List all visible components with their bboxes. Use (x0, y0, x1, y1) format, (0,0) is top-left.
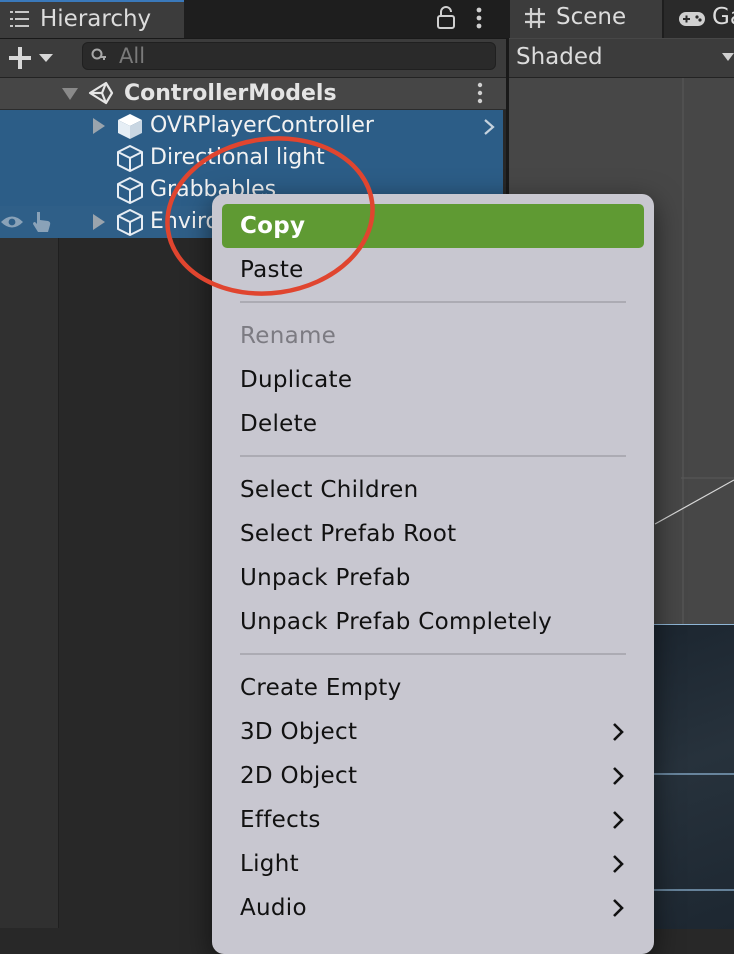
menu-item-label: 3D Object (240, 719, 358, 745)
expand-right-icon[interactable] (92, 214, 106, 230)
menu-item-label: Light (240, 851, 299, 877)
gameobject-cube-icon (117, 145, 143, 172)
chevron-down-icon[interactable] (38, 52, 54, 64)
chevron-down-icon[interactable] (722, 52, 734, 62)
kebab-menu-icon[interactable] (476, 82, 484, 104)
scene-root-label: ControllerModels (124, 81, 337, 106)
menu-item-label: Delete (240, 411, 318, 437)
search-box[interactable] (82, 42, 496, 70)
menu-separator (240, 653, 626, 655)
menu-item-select-prefab-root[interactable]: Select Prefab Root (222, 512, 644, 556)
hierarchy-left-strip (0, 238, 58, 928)
menu-item-label: 2D Object (240, 763, 358, 789)
menu-item-rename: Rename (222, 314, 644, 358)
menu-item-label: Unpack Prefab Completely (240, 609, 553, 635)
lock-icon[interactable] (436, 6, 456, 30)
menu-item-2d-object[interactable]: 2D Object (222, 754, 644, 798)
chevron-right-icon (613, 811, 624, 829)
context-menu: Copy Paste Rename Duplicate Delete Selec… (212, 194, 654, 954)
tab-hierarchy[interactable]: Hierarchy (0, 0, 184, 38)
tab-scene[interactable]: Scene (510, 0, 662, 38)
gameobject-cube-icon (117, 209, 143, 236)
menu-item-light[interactable]: Light (222, 842, 644, 886)
chevron-right-icon (613, 899, 624, 917)
menu-item-effects[interactable]: Effects (222, 798, 644, 842)
list-icon (10, 11, 29, 27)
chevron-right-icon[interactable] (482, 118, 496, 136)
menu-item-label: Select Prefab Root (240, 521, 457, 547)
chevron-right-icon (613, 855, 624, 873)
search-icon (91, 48, 106, 60)
menu-item-label: Effects (240, 807, 321, 833)
menu-item-create-empty[interactable]: Create Empty (222, 666, 644, 710)
game-tab-label: Ga (712, 4, 734, 30)
menu-item-delete[interactable]: Delete (222, 402, 644, 446)
search-input[interactable] (119, 43, 479, 69)
unity-logo-icon (88, 81, 114, 105)
menu-item-label: Unpack Prefab (240, 565, 411, 591)
hash-icon (525, 8, 545, 28)
horizon-lines (653, 773, 734, 891)
tab-game[interactable]: Ga (664, 0, 734, 38)
menu-item-unpack-prefab[interactable]: Unpack Prefab (222, 556, 644, 600)
prefab-cube-icon (118, 114, 142, 139)
menu-separator (240, 455, 626, 457)
scene-header-row[interactable]: ControllerModels (0, 78, 506, 110)
gameobject-cube-icon (117, 177, 143, 204)
chevron-right-icon (613, 723, 624, 741)
hierarchy-tab-label: Hierarchy (40, 6, 152, 32)
shading-mode-dropdown[interactable]: Shaded (516, 40, 603, 74)
menu-item-label: Duplicate (240, 367, 353, 393)
menu-item-label: Rename (240, 323, 337, 349)
menu-item-audio[interactable]: Audio (222, 886, 644, 930)
expand-down-icon[interactable] (62, 87, 78, 101)
expand-right-icon[interactable] (92, 118, 106, 134)
gamepad-icon (679, 12, 705, 26)
chevron-right-icon (613, 767, 624, 785)
menu-item-label: Audio (240, 895, 307, 921)
menu-item-label: Create Empty (240, 675, 402, 701)
menu-item-duplicate[interactable]: Duplicate (222, 358, 644, 402)
scene-tab-label: Scene (556, 4, 627, 30)
menu-item-select-children[interactable]: Select Children (222, 468, 644, 512)
menu-item-3d-object[interactable]: 3D Object (222, 710, 644, 754)
menu-item-label: Select Children (240, 477, 419, 503)
add-icon[interactable] (8, 46, 32, 70)
eye-icon[interactable] (0, 214, 24, 230)
menu-item-unpack-prefab-completely[interactable]: Unpack Prefab Completely (222, 600, 644, 644)
annotation-circle (165, 136, 375, 296)
kebab-menu-icon[interactable] (474, 6, 484, 30)
pointer-hand-icon[interactable] (30, 210, 54, 234)
